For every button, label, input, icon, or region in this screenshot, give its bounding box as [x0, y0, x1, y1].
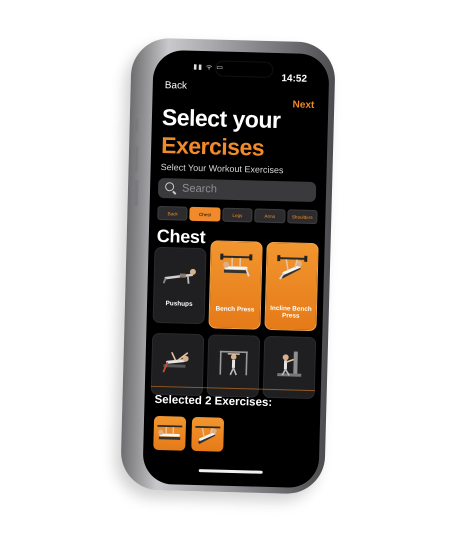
- bench-press-figure-icon: [220, 253, 253, 277]
- search-icon: [164, 181, 178, 195]
- phone-volume-up-button: [133, 145, 139, 173]
- exercise-card-incline-bench-press[interactable]: Incline Bench Press: [264, 241, 319, 332]
- muscle-group-tabs: Back Chest Legs Arms Shoulders: [157, 205, 318, 225]
- exercise-label: Pushups: [165, 300, 193, 308]
- tab-arms[interactable]: Arms: [254, 208, 286, 224]
- home-indicator[interactable]: [198, 469, 263, 474]
- status-signal-icons: ▮▮ ᯤ ▭: [193, 63, 224, 72]
- phone-volume-down-button: [133, 179, 139, 207]
- selected-exercises-title: Selected 2 Exercises:: [154, 393, 273, 409]
- search-input[interactable]: [179, 181, 305, 199]
- back-button[interactable]: Back: [165, 80, 188, 92]
- selected-thumb-bench-press[interactable]: [153, 415, 187, 451]
- section-title: Chest: [156, 225, 206, 248]
- pushup-figure-icon: [162, 268, 196, 284]
- chest-machine-figure-icon: [277, 351, 302, 377]
- search-bar[interactable]: [157, 177, 317, 203]
- exercise-card-pushups[interactable]: Pushups: [152, 246, 207, 325]
- status-time: 14:52: [281, 73, 308, 85]
- tab-shoulders[interactable]: Shoulders: [286, 209, 318, 225]
- phone-side-button: [133, 117, 139, 133]
- bench-press-figure-icon: [157, 424, 183, 440]
- tab-back[interactable]: Back: [157, 205, 189, 221]
- page-title-line1: Select your: [161, 104, 281, 134]
- incline-bench-figure-icon: [195, 425, 221, 445]
- incline-bench-figure-icon: [277, 255, 308, 280]
- next-button[interactable]: Next: [292, 99, 314, 111]
- exercise-label: Bench Press: [215, 305, 255, 314]
- exercise-card-bench-press[interactable]: Bench Press: [208, 240, 263, 330]
- tab-chest[interactable]: Chest: [189, 206, 221, 222]
- exercise-label: Incline Bench Press: [270, 304, 312, 320]
- cable-fly-figure-icon: [162, 352, 189, 373]
- selected-thumb-incline-bench-press[interactable]: [191, 416, 225, 452]
- dip-station-figure-icon: [219, 350, 248, 376]
- page-title-line2: Exercises: [160, 132, 265, 161]
- exercise-grid: Pushups Bench Press Incline Bench Press: [150, 240, 321, 400]
- tab-legs[interactable]: Legs: [222, 207, 253, 223]
- page-subtitle: Select Your Workout Exercises: [160, 161, 284, 176]
- phone-screen: ▮▮ ᯤ ▭ 14:52 Back Next Select your Exerc…: [142, 49, 330, 489]
